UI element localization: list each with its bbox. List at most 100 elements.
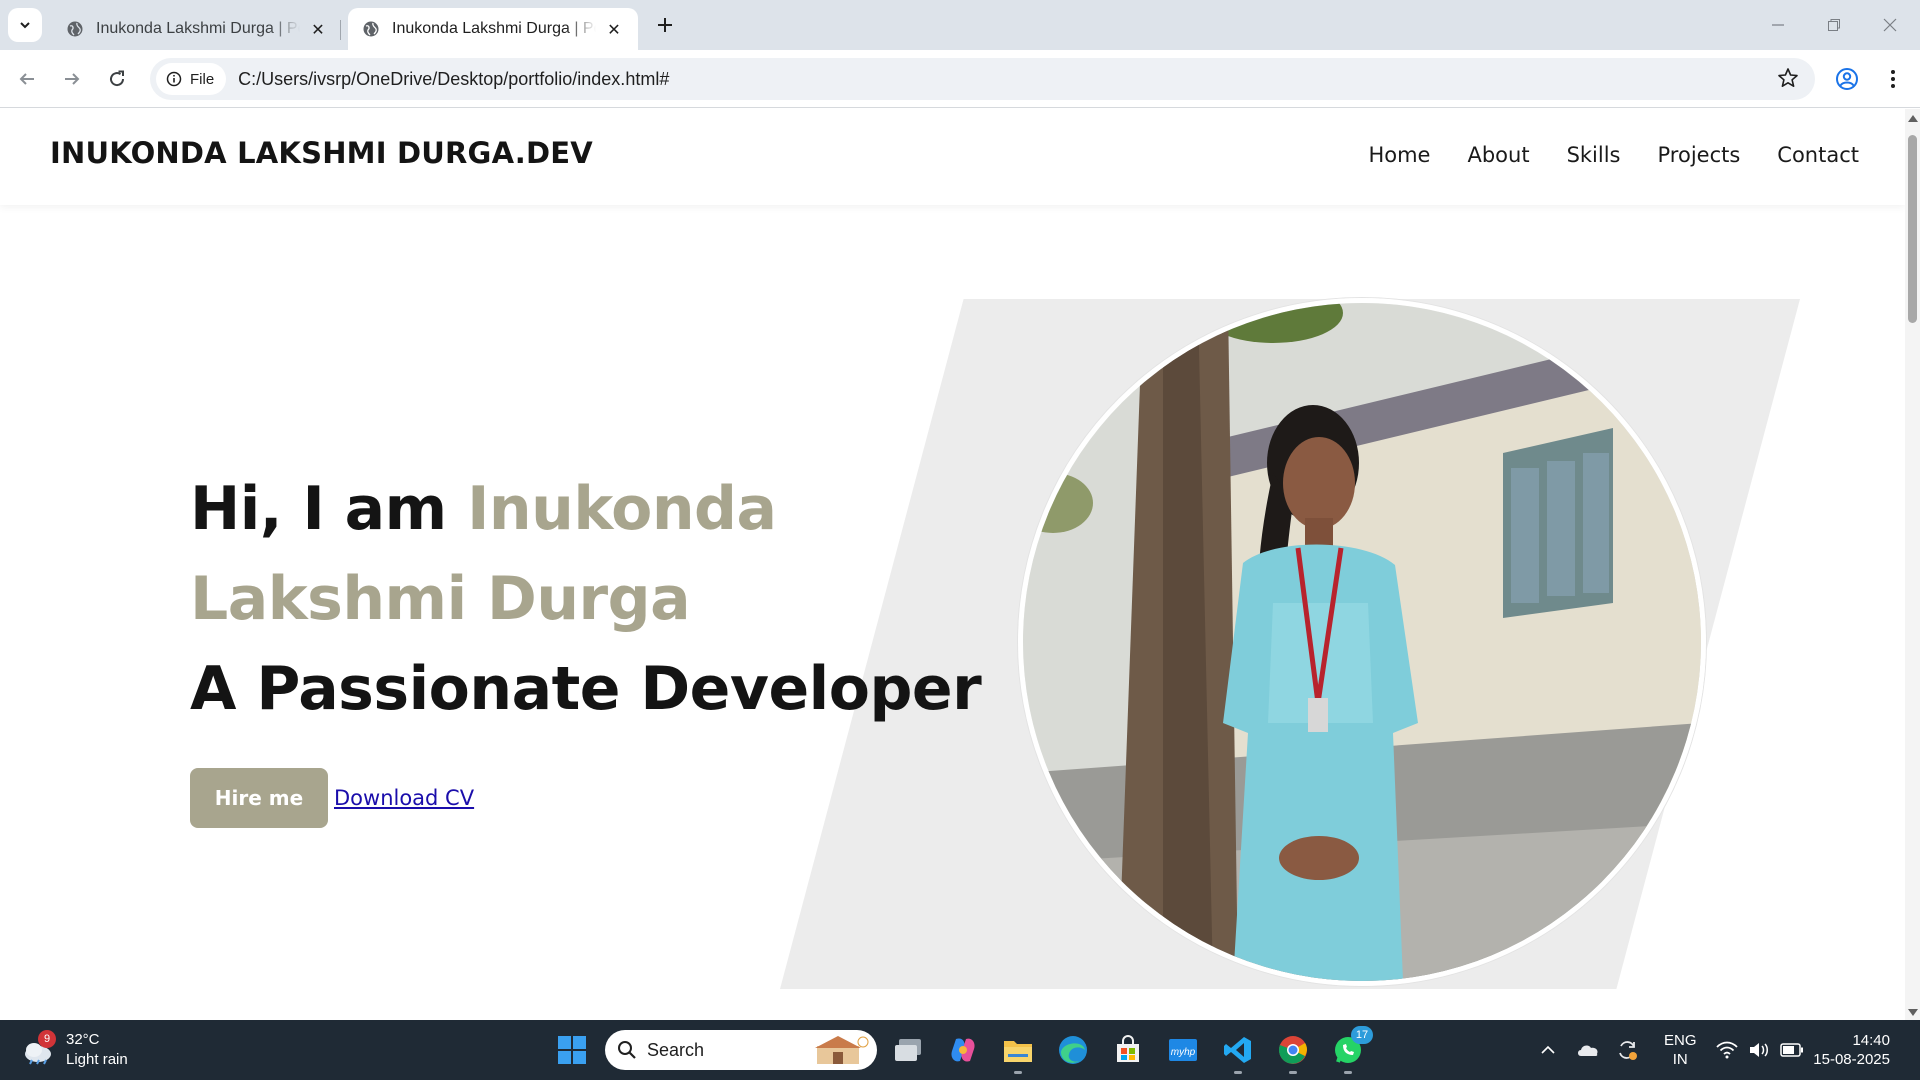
plus-icon (658, 18, 672, 32)
close-window-button[interactable] (1862, 0, 1918, 50)
globe-icon (67, 21, 83, 37)
scroll-down-arrow[interactable] (1908, 1009, 1918, 1016)
task-view-icon (895, 1039, 921, 1061)
chevron-up-icon[interactable] (1540, 1042, 1556, 1058)
myhp-icon: myhp (1169, 1039, 1197, 1061)
sync-icon[interactable] (1616, 1039, 1638, 1061)
new-tab-button[interactable] (650, 10, 680, 40)
hero-greeting: Hi, I am Inukonda Lakshmi Durga (190, 464, 1010, 644)
hero-tagline: A Passionate Developer (190, 654, 982, 724)
weather-alert-badge: 9 (38, 1030, 56, 1048)
weather-widget[interactable]: 9 32°C Light rain (20, 1030, 128, 1070)
globe-icon (363, 21, 379, 37)
search-icon (618, 1041, 636, 1059)
hero-heading-block: Hi, I am Inukonda Lakshmi Durga A Passio… (190, 464, 1010, 734)
arrow-right-icon (65, 73, 80, 85)
scrollbar-thumb[interactable] (1908, 135, 1917, 323)
search-highlight-icon (815, 1036, 869, 1064)
minimize-icon (1772, 24, 1784, 26)
status-icons[interactable] (1716, 1020, 1804, 1080)
taskbar-edge[interactable] (1054, 1031, 1092, 1069)
reload-icon (110, 70, 125, 87)
greeting-text: Hi, I am (190, 474, 468, 544)
back-button[interactable] (10, 62, 44, 96)
system-tray (1540, 1020, 1638, 1080)
url-text[interactable]: C:/Users/ivsrp/OneDrive/Desktop/portfoli… (238, 69, 669, 90)
taskbar-copilot[interactable] (944, 1031, 982, 1069)
browser-tab-inactive[interactable]: Inukonda Lakshmi Durga | Portfolio ✕ (52, 8, 342, 50)
site-logo[interactable]: INUKONDA LAKSHMI DURGA.DEV (50, 136, 593, 170)
bookmark-star-icon[interactable] (1777, 67, 1799, 89)
region-code: IN (1672, 1051, 1688, 1068)
minimize-button[interactable] (1750, 0, 1806, 50)
weather-icon: 9 (20, 1030, 56, 1068)
onedrive-icon[interactable] (1576, 1042, 1600, 1058)
nav-link-contact[interactable]: Contact (1777, 143, 1859, 167)
taskbar-vscode[interactable] (1219, 1031, 1257, 1074)
wifi-icon (1716, 1041, 1738, 1059)
taskbar-search-box[interactable]: Search (605, 1030, 877, 1070)
reload-button[interactable] (100, 62, 134, 96)
site-info-chip[interactable]: File (156, 63, 227, 95)
close-icon (1883, 18, 1897, 32)
profile-icon (1836, 68, 1858, 90)
close-tab-icon[interactable]: ✕ (306, 17, 330, 41)
arrow-left-icon (19, 73, 34, 85)
running-indicator (1289, 1071, 1297, 1074)
hire-me-button[interactable]: Hire me (190, 768, 328, 828)
page-viewport: INUKONDA LAKSHMI DURGA.DEV Home About Sk… (0, 109, 1905, 1020)
tab-separator (340, 20, 341, 40)
taskbar-whatsapp[interactable]: 17 (1329, 1026, 1373, 1074)
taskbar-chrome[interactable] (1274, 1031, 1312, 1074)
scheme-label: File (190, 70, 215, 88)
site-nav: Home About Skills Projects Contact (1368, 143, 1859, 167)
address-bar[interactable]: File C:/Users/ivsrp/OneDrive/Desktop/por… (150, 58, 1815, 100)
restore-icon (1828, 19, 1840, 31)
chrome-icon (1278, 1036, 1307, 1064)
nav-link-skills[interactable]: Skills (1567, 143, 1621, 167)
hero-actions: Hire me Download CV (190, 768, 474, 828)
browser-tab-active[interactable]: Inukonda Lakshmi Durga | Portfolio ✕ (348, 8, 638, 50)
info-icon (166, 71, 182, 87)
restore-button[interactable] (1806, 0, 1862, 50)
taskbar-file-explorer[interactable] (999, 1031, 1037, 1074)
page-scrollbar[interactable] (1905, 109, 1920, 1020)
clock-time: 14:40 (1852, 1032, 1890, 1049)
browser-tab-strip: Inukonda Lakshmi Durga | Portfolio ✕ Inu… (0, 0, 1920, 50)
store-icon (1117, 1035, 1139, 1062)
download-cv-link[interactable]: Download CV (334, 786, 474, 810)
browser-toolbar: File C:/Users/ivsrp/OneDrive/Desktop/por… (0, 50, 1920, 108)
copilot-icon (951, 1038, 975, 1062)
close-tab-icon[interactable]: ✕ (602, 17, 626, 41)
language-indicator[interactable]: ENG IN (1664, 1031, 1697, 1069)
taskbar-task-view[interactable] (889, 1031, 927, 1069)
running-indicator (1344, 1071, 1352, 1074)
volume-icon (1750, 1043, 1768, 1057)
start-button[interactable] (553, 1031, 591, 1069)
weather-condition: Light rain (66, 1051, 128, 1068)
running-indicator (1014, 1071, 1022, 1074)
svg-text:myhp: myhp (1171, 1047, 1196, 1058)
folder-icon (1004, 1041, 1032, 1062)
search-placeholder: Search (647, 1039, 705, 1060)
nav-link-about[interactable]: About (1467, 143, 1529, 167)
taskbar-store[interactable] (1109, 1031, 1147, 1069)
profile-button[interactable] (1830, 62, 1864, 96)
taskbar-clock[interactable]: 14:40 15-08-2025 (1813, 1031, 1890, 1069)
taskbar-myhp[interactable]: myhp (1164, 1031, 1202, 1069)
whatsapp-unread-badge: 17 (1351, 1026, 1373, 1044)
nav-link-projects[interactable]: Projects (1658, 143, 1741, 167)
running-indicator (1234, 1071, 1242, 1074)
weather-temp: 32°C (66, 1031, 100, 1048)
windows-logo-icon (558, 1036, 586, 1064)
nav-link-home[interactable]: Home (1368, 143, 1430, 167)
tab-search-button[interactable] (8, 8, 42, 42)
tab-title: Inukonda Lakshmi Durga | Portfolio (96, 20, 300, 37)
battery-icon (1780, 1043, 1803, 1057)
browser-menu-button[interactable] (1876, 62, 1910, 96)
clock-date: 15-08-2025 (1813, 1051, 1890, 1068)
forward-button[interactable] (55, 62, 89, 96)
scroll-up-arrow[interactable] (1908, 115, 1918, 122)
site-navbar: INUKONDA LAKSHMI DURGA.DEV Home About Sk… (0, 109, 1905, 205)
profile-photo (1018, 298, 1706, 986)
